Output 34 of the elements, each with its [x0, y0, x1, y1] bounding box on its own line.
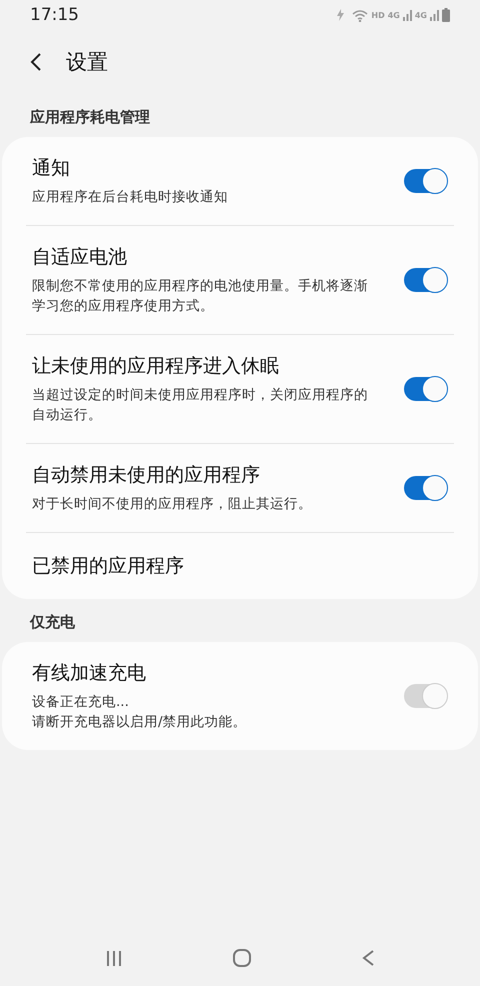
setting-description: 限制您不常使用的应用程序的电池使用量。手机将逐渐学习您的应用程序使用方式。: [32, 277, 369, 316]
setting-title: 自动禁用未使用的应用程序: [32, 463, 261, 488]
network-label: HD: [371, 10, 385, 20]
toggle-switch[interactable]: [404, 268, 446, 292]
setting-description: 设备正在充电... 请断开充电器以启用/禁用此功能。: [32, 693, 247, 732]
network-label: 4G: [414, 10, 427, 20]
toggle-switch[interactable]: [404, 169, 446, 193]
setting-row[interactable]: 让未使用的应用程序进入休眠 当超过设定的时间未使用应用程序时，关闭应用程序的自动运行。: [2, 335, 478, 443]
signal-icon: [402, 10, 412, 20]
status-time: 17:15: [30, 5, 79, 25]
setting-title: 通知: [32, 156, 71, 181]
setting-description: 当超过设定的时间未使用应用程序时，关闭应用程序的自动运行。: [32, 386, 369, 425]
battery-icon: [442, 8, 450, 22]
setting-row[interactable]: 通知 应用程序在后台耗电时接收通知: [2, 137, 478, 225]
setting-row[interactable]: 自动禁用未使用的应用程序 对于长时间不使用的应用程序，阻止其运行。: [2, 444, 478, 532]
back-icon[interactable]: [30, 52, 42, 72]
signal-icon: [430, 10, 439, 20]
wifi-icon: [352, 8, 368, 22]
setting-title: 自适应电池: [32, 245, 128, 270]
section-title: 仅充电: [28, 612, 76, 633]
home-icon[interactable]: [232, 948, 252, 968]
network-label: 4G: [388, 10, 400, 20]
section-title: 应用程序耗电管理: [28, 107, 151, 128]
setting-title: 有线加速充电: [32, 661, 147, 686]
setting-title: 让未使用的应用程序进入休眠: [32, 354, 280, 379]
setting-description: 应用程序在后台耗电时接收通知: [32, 188, 228, 207]
toggle-switch[interactable]: [404, 476, 446, 500]
setting-row[interactable]: 已禁用的应用程序: [2, 533, 478, 599]
setting-row[interactable]: 自适应电池 限制您不常使用的应用程序的电池使用量。手机将逐渐学习您的应用程序使用方式。: [2, 226, 478, 334]
page-title: 设置: [66, 49, 108, 76]
toggle-switch[interactable]: [404, 377, 446, 401]
recent-apps-icon[interactable]: [104, 949, 123, 967]
setting-description: 对于长时间不使用的应用程序，阻止其运行。: [32, 495, 312, 514]
setting-title: 已禁用的应用程序: [32, 554, 184, 579]
